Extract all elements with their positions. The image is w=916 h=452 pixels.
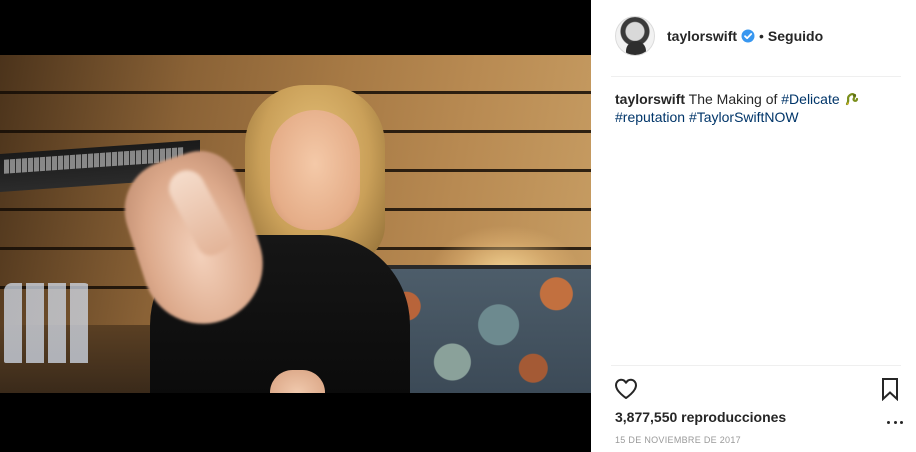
post-side-panel: taylorswift • Seguido taylorswift The Ma…	[591, 0, 916, 452]
more-dot	[887, 420, 890, 424]
verified-badge-icon	[741, 29, 755, 43]
snake-emoji-icon	[845, 93, 858, 106]
hashtag-reputation[interactable]: #reputation	[615, 109, 685, 125]
more-dot	[893, 420, 897, 424]
header-divider	[611, 76, 901, 77]
post-header: taylorswift • Seguido	[615, 16, 823, 56]
actions-divider	[611, 365, 901, 366]
bookmark-icon[interactable]	[879, 377, 901, 401]
video-person-shape	[111, 85, 410, 393]
video-person-face	[270, 110, 360, 230]
more-options-icon[interactable]	[887, 418, 903, 426]
caption-username[interactable]: taylorswift	[615, 91, 685, 107]
avatar[interactable]	[615, 16, 655, 56]
caption-text: The Making of	[688, 91, 778, 107]
header-separator: •	[759, 28, 764, 44]
hashtag-delicate[interactable]: #Delicate	[781, 91, 839, 107]
video-player[interactable]	[0, 55, 591, 393]
header-username[interactable]: taylorswift	[667, 28, 737, 44]
post-date[interactable]: 15 DE NOVIEMBRE DE 2017	[615, 435, 741, 445]
video-bottles-shape	[4, 283, 92, 363]
post-media[interactable]	[0, 0, 591, 452]
views-count[interactable]: 3,877,550 reproducciones	[615, 409, 786, 425]
video-pointing-finger	[162, 164, 237, 261]
post-caption: taylorswift The Making of #Delicate #rep…	[615, 90, 900, 126]
heart-icon[interactable]	[613, 376, 639, 402]
more-dot	[900, 420, 903, 424]
follow-status-button[interactable]: Seguido	[768, 28, 823, 44]
hashtag-taylorswiftnow[interactable]: #TaylorSwiftNOW	[689, 109, 799, 125]
